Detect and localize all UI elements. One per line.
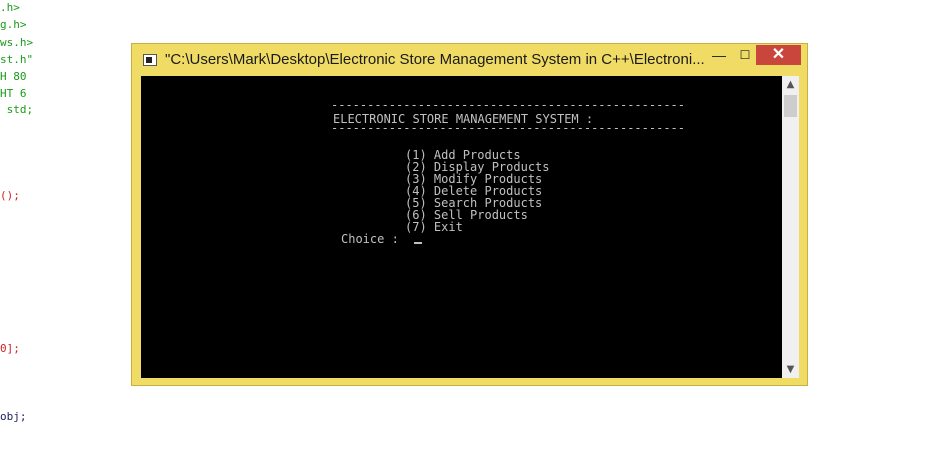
rule-bottom: ----------------------------------------… [331,121,686,135]
window-title: "C:\Users\Mark\Desktop\Electronic Store … [165,51,705,68]
code-line: st.h" [0,53,34,66]
console-app-icon[interactable] [143,54,157,66]
title-bar[interactable]: "C:\Users\Mark\Desktop\Electronic Store … [132,44,807,76]
console-output[interactable]: ----------------------------------------… [141,76,782,378]
code-line: HT 6 [0,87,27,100]
minimize-button[interactable]: — [706,45,732,65]
code-line: H 80 [0,70,27,83]
scroll-up-icon[interactable]: ▲ [782,76,799,93]
text-cursor[interactable] [414,242,422,244]
rule-top: ----------------------------------------… [331,98,686,112]
code-line: std; [0,103,34,116]
code-line: (); [0,189,20,202]
scroll-thumb[interactable] [784,95,797,117]
vertical-scrollbar[interactable]: ▲ ▼ [782,76,799,378]
code-line: g.h> [0,18,27,31]
close-button[interactable]: ✕ [756,45,801,65]
maximize-button[interactable]: ☐ [732,45,758,65]
code-line: 0]; [0,342,20,355]
console-client-area: ----------------------------------------… [141,76,799,378]
code-line: ws.h> [0,36,34,49]
menu-item-exit: (7) Exit [405,220,463,234]
code-line: .h> [0,1,20,14]
code-line: obj; [0,410,27,423]
scroll-down-icon[interactable]: ▼ [782,361,799,378]
console-window[interactable]: "C:\Users\Mark\Desktop\Electronic Store … [131,43,808,386]
choice-prompt: Choice : [341,232,399,246]
